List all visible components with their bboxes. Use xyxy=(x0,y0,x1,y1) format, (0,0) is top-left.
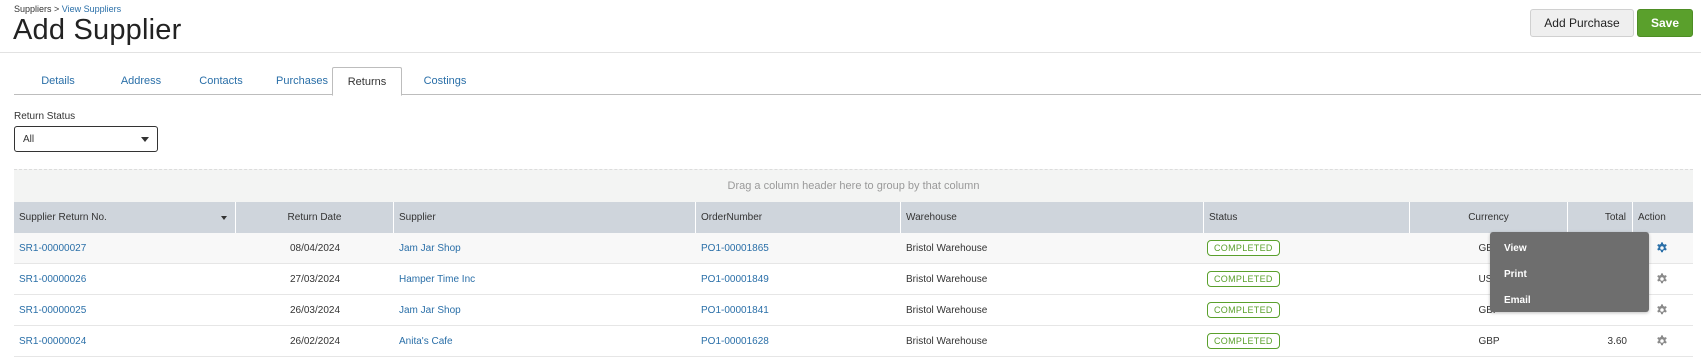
status-cell: COMPLETED xyxy=(1207,295,1407,325)
table-row: SR1-00000024 26/02/2024 Anita's Cafe PO1… xyxy=(14,326,1693,357)
return-no-link[interactable]: SR1-00000027 xyxy=(19,233,229,263)
row-action-cell xyxy=(1655,264,1675,294)
column-header-return-no[interactable]: Supplier Return No. xyxy=(14,202,236,233)
column-header-action: Action xyxy=(1638,212,1666,223)
supplier-link[interactable]: Anita's Cafe xyxy=(399,326,689,356)
page-title: Add Supplier xyxy=(13,14,182,46)
tab-purchases[interactable]: Purchases xyxy=(264,67,340,95)
return-date-cell: 27/03/2024 xyxy=(289,273,341,285)
return-no-link[interactable]: SR1-00000024 xyxy=(19,326,229,356)
column-header-total[interactable]: Total xyxy=(1568,202,1633,233)
status-badge: COMPLETED xyxy=(1207,333,1280,349)
return-status-value: All xyxy=(23,133,35,145)
tab-bar: Details Address Contacts Purchases Retur… xyxy=(14,67,1701,96)
warehouse-cell: Bristol Warehouse xyxy=(906,242,988,254)
status-cell: COMPLETED xyxy=(1207,326,1407,356)
tab-costings[interactable]: Costings xyxy=(412,67,478,95)
supplier-link[interactable]: Hamper Time Inc xyxy=(399,264,689,294)
breadcrumb-root[interactable]: Suppliers xyxy=(14,4,52,14)
return-status-select[interactable]: All xyxy=(14,126,158,152)
menu-item-email[interactable]: Email xyxy=(1504,295,1531,306)
breadcrumb-separator: > xyxy=(51,4,62,14)
status-badge: COMPLETED xyxy=(1207,271,1280,287)
warehouse-cell: Bristol Warehouse xyxy=(906,335,988,347)
table-row: SR1-00000027 08/04/2024 Jam Jar Shop PO1… xyxy=(14,233,1693,264)
gear-icon[interactable] xyxy=(1655,272,1669,286)
status-cell: COMPLETED xyxy=(1207,264,1407,294)
return-no-link[interactable]: SR1-00000026 xyxy=(19,264,229,294)
chevron-down-icon xyxy=(141,137,149,142)
chevron-down-icon[interactable] xyxy=(221,216,227,220)
column-header-status[interactable]: Status xyxy=(1204,202,1410,233)
menu-item-view[interactable]: View xyxy=(1504,243,1527,254)
return-date-cell: 26/02/2024 xyxy=(289,335,341,347)
status-badge: COMPLETED xyxy=(1207,302,1280,318)
add-purchase-button[interactable]: Add Purchase xyxy=(1530,9,1634,37)
row-action-menu: View Print Email xyxy=(1490,232,1649,312)
table-row: SR1-00000026 27/03/2024 Hamper Time Inc … xyxy=(14,264,1693,295)
supplier-link[interactable]: Jam Jar Shop xyxy=(399,233,689,263)
menu-item-print[interactable]: Print xyxy=(1504,269,1527,280)
currency-cell: GBP xyxy=(1478,335,1500,347)
order-number-link[interactable]: PO1-00001865 xyxy=(701,233,896,263)
total-cell: 3.60 xyxy=(1607,335,1627,347)
gear-icon[interactable] xyxy=(1655,303,1669,317)
breadcrumb: Suppliers > View Suppliers xyxy=(14,4,121,14)
gear-icon[interactable] xyxy=(1655,241,1669,255)
grid-header-row: Supplier Return No. Return Date Supplier… xyxy=(14,202,1693,233)
column-header-currency[interactable]: Currency xyxy=(1410,202,1568,233)
warehouse-cell: Bristol Warehouse xyxy=(906,304,988,316)
save-button[interactable]: Save xyxy=(1637,9,1693,37)
header-divider xyxy=(0,52,1701,53)
supplier-link[interactable]: Jam Jar Shop xyxy=(399,295,689,325)
row-action-cell xyxy=(1655,326,1675,356)
tab-details[interactable]: Details xyxy=(28,67,88,95)
group-by-drop-zone[interactable]: Drag a column header here to group by th… xyxy=(14,169,1693,202)
warehouse-cell: Bristol Warehouse xyxy=(906,273,988,285)
table-row: SR1-00000025 26/03/2024 Jam Jar Shop PO1… xyxy=(14,295,1693,326)
return-date-cell: 26/03/2024 xyxy=(289,304,341,316)
return-no-link[interactable]: SR1-00000025 xyxy=(19,295,229,325)
tab-address[interactable]: Address xyxy=(108,67,174,95)
column-header-supplier[interactable]: Supplier xyxy=(394,202,696,233)
column-header-warehouse[interactable]: Warehouse xyxy=(901,202,1204,233)
status-badge: COMPLETED xyxy=(1207,240,1280,256)
tab-returns[interactable]: Returns xyxy=(332,67,402,96)
order-number-link[interactable]: PO1-00001628 xyxy=(701,326,896,356)
column-header-label: Supplier Return No. xyxy=(19,212,107,223)
breadcrumb-current-link[interactable]: View Suppliers xyxy=(62,4,121,14)
order-number-link[interactable]: PO1-00001849 xyxy=(701,264,896,294)
row-action-cell xyxy=(1655,295,1675,325)
tab-contacts[interactable]: Contacts xyxy=(186,67,256,95)
gear-icon[interactable] xyxy=(1655,334,1669,348)
row-action-cell xyxy=(1655,233,1675,263)
column-header-return-date[interactable]: Return Date xyxy=(236,202,394,233)
column-header-order-number[interactable]: OrderNumber xyxy=(696,202,901,233)
return-status-label: Return Status xyxy=(14,111,76,122)
status-cell: COMPLETED xyxy=(1207,233,1407,263)
order-number-link[interactable]: PO1-00001841 xyxy=(701,295,896,325)
return-date-cell: 08/04/2024 xyxy=(289,242,341,254)
